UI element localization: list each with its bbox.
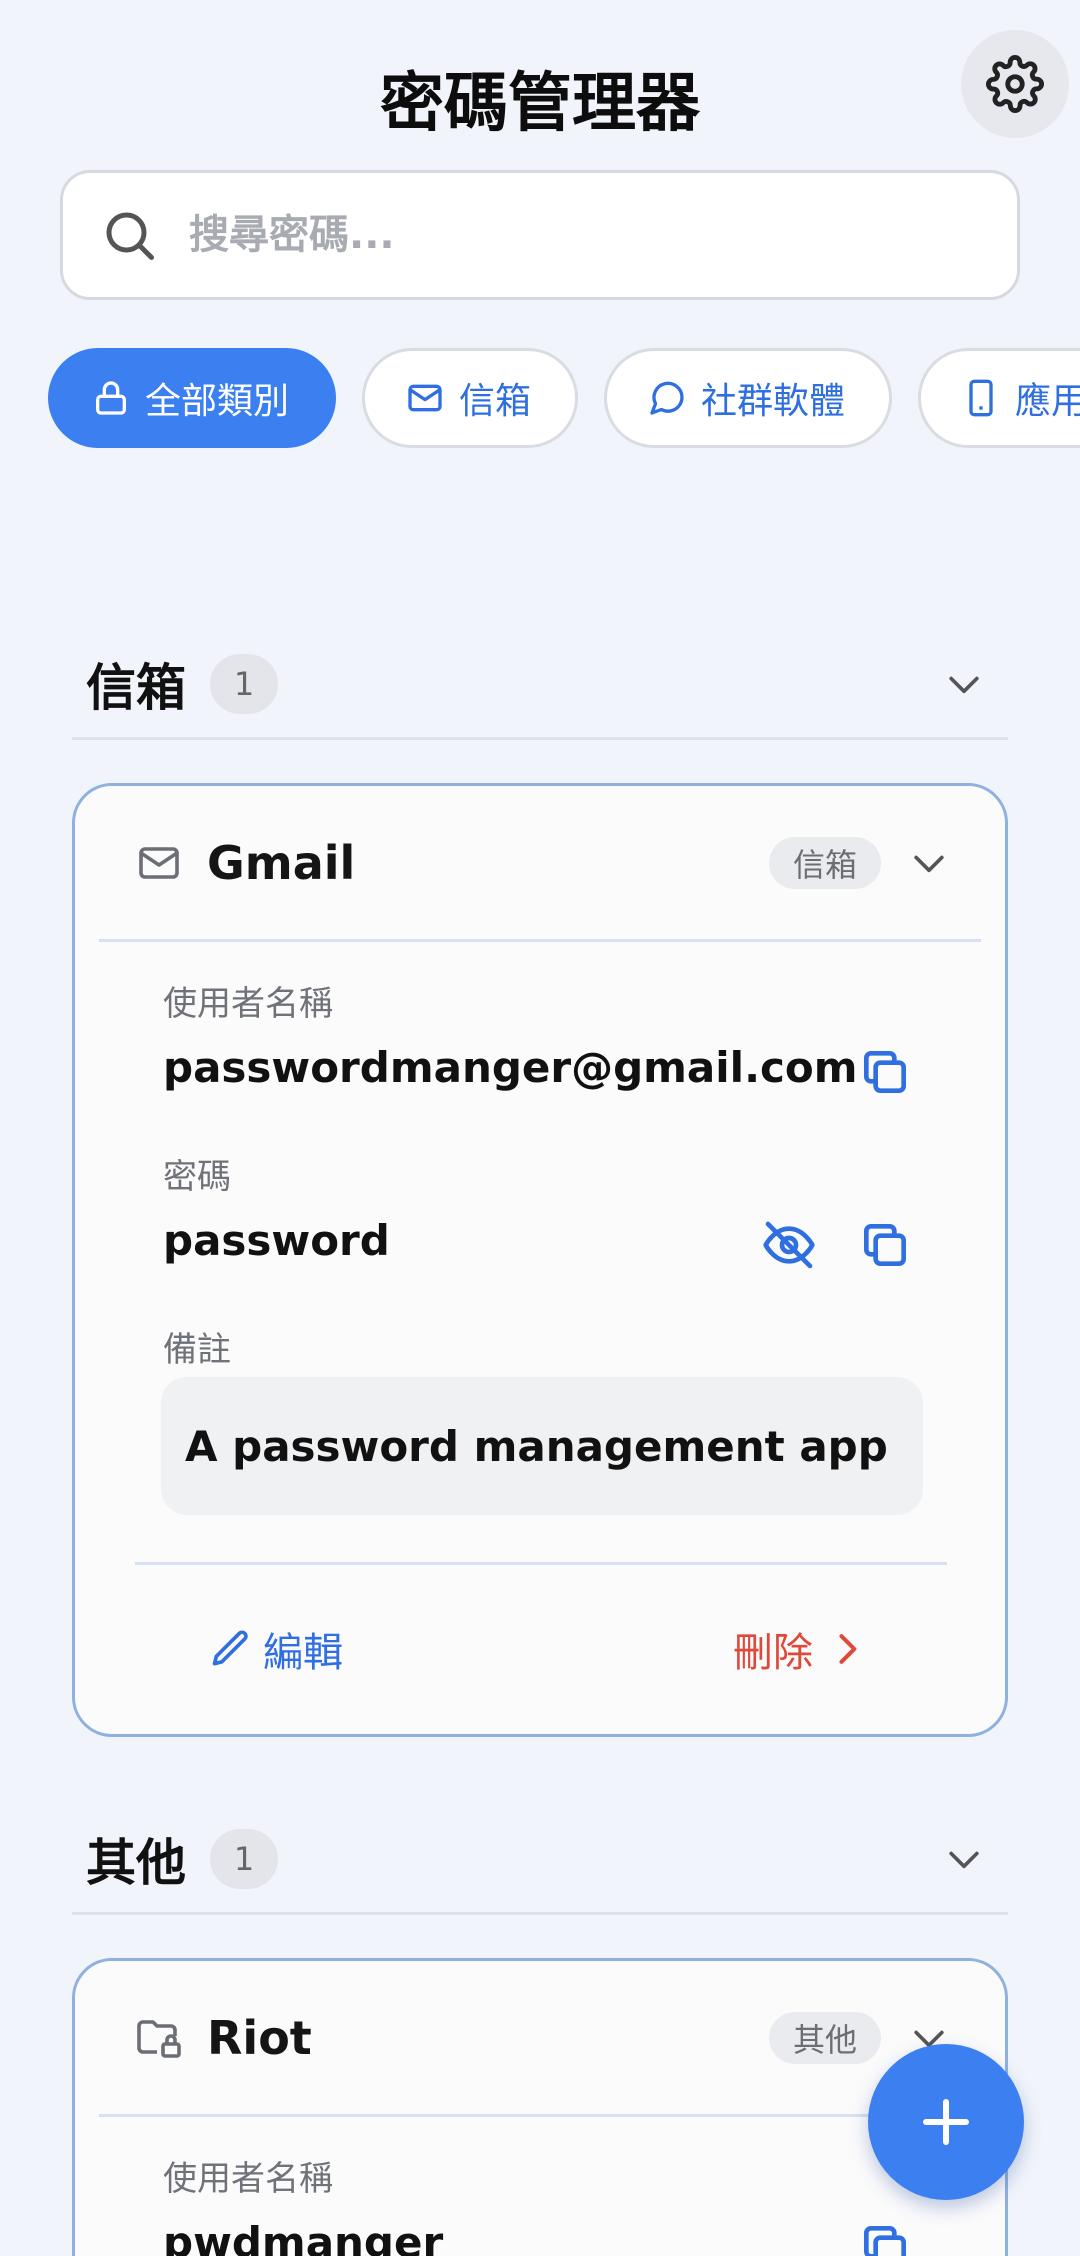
mail-icon	[139, 846, 179, 879]
settings-button[interactable]	[961, 30, 1069, 138]
chevron-right-icon	[839, 1634, 857, 1664]
username-label: 使用者名稱	[163, 2159, 333, 2199]
copy-icon[interactable]	[857, 1217, 913, 1273]
section-title: 信箱	[86, 658, 186, 717]
card-divider	[135, 1562, 947, 1565]
delete-button[interactable]: 刪除	[733, 1620, 869, 1678]
mail-icon	[408, 384, 442, 412]
password-label: 密碼	[163, 1157, 231, 1197]
category-chip-label: 信箱	[459, 381, 532, 422]
lock-icon	[96, 381, 126, 415]
chevron-down-icon	[949, 1851, 979, 1868]
category-chip-label: 社群軟體	[701, 381, 846, 422]
add-password-button[interactable]	[868, 2044, 1024, 2200]
page-title: 密碼管理器	[380, 67, 700, 141]
username-value: pwdmanger	[163, 2218, 444, 2256]
category-chip-mail[interactable]: 信箱	[362, 348, 579, 448]
username-field: 使用者名稱 passwordmanger@gmail.com	[163, 976, 943, 1092]
pencil-icon	[212, 1630, 248, 1666]
search-icon	[106, 212, 154, 260]
category-chip-social[interactable]: 社群軟體	[604, 348, 893, 448]
plus-icon	[923, 2099, 969, 2145]
entry-category-tag: 其他	[768, 2011, 881, 2064]
entry-header[interactable]: Riot 其他	[99, 1961, 981, 2117]
chat-icon	[650, 381, 684, 415]
entry-category-tag: 信箱	[768, 836, 881, 889]
note-value: A password management app	[161, 1377, 923, 1515]
password-entry-card: Riot 其他 使用者名稱 pwdmanger	[72, 1958, 1008, 2256]
username-label: 使用者名稱	[163, 984, 333, 1024]
copy-icon[interactable]	[857, 2219, 913, 2256]
category-chip-label: 應用	[1015, 381, 1080, 422]
copy-icon[interactable]	[857, 1044, 913, 1100]
delete-label: 刪除	[733, 1630, 813, 1676]
section-count-badge: 1	[210, 653, 278, 714]
chevron-down-icon	[914, 855, 944, 872]
chevron-down-icon	[949, 676, 979, 693]
category-chip-all[interactable]: 全部類別	[48, 348, 337, 448]
entry-header[interactable]: Gmail 信箱	[99, 786, 981, 942]
edit-label: 編輯	[263, 1630, 343, 1676]
password-manager-screen: 密碼管理器 全部類別 信箱 社群軟體	[0, 0, 1080, 2256]
category-filter-bar: 全部類別 信箱 社群軟體 應用	[48, 348, 1080, 448]
entry-service-name: Riot	[207, 2010, 312, 2065]
password-field: 密碼 password	[163, 1149, 943, 1265]
section-header-mail[interactable]: 信箱 1	[72, 630, 1008, 740]
phone-icon	[969, 379, 993, 417]
edit-button[interactable]: 編輯	[209, 1620, 343, 1678]
password-entry-card: Gmail 信箱 使用者名稱 passwordmanger@gmail.com …	[72, 783, 1008, 1737]
search-input[interactable]	[189, 212, 969, 258]
folder-lock-icon	[137, 2019, 181, 2058]
note-label: 備註	[163, 1330, 231, 1370]
section-title: 其他	[86, 1833, 186, 1892]
search-bar[interactable]	[60, 170, 1020, 300]
entry-service-name: Gmail	[207, 835, 356, 890]
gear-icon	[986, 55, 1044, 113]
section-count-badge: 1	[210, 1828, 278, 1889]
username-field: 使用者名稱 pwdmanger	[163, 2151, 943, 2256]
username-value: passwordmanger@gmail.com	[163, 1043, 858, 1092]
category-chip-label: 全部類別	[145, 381, 290, 422]
note-field: 備註	[163, 1322, 943, 1371]
password-value: password	[163, 1216, 390, 1265]
eye-off-icon[interactable]	[761, 1217, 817, 1273]
section-header-other[interactable]: 其他 1	[72, 1805, 1008, 1915]
category-chip-apps[interactable]: 應用	[918, 348, 1080, 448]
